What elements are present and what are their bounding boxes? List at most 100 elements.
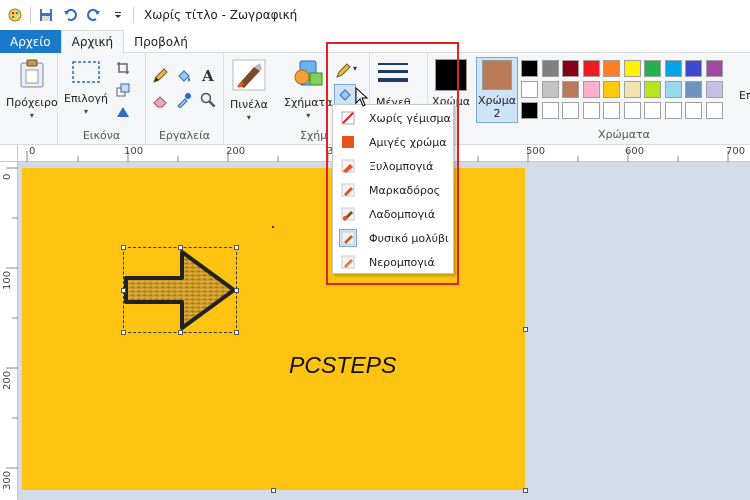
palette-swatch[interactable] (603, 60, 620, 77)
solid-color-icon (339, 133, 357, 151)
palette-swatch[interactable] (664, 81, 682, 98)
shapes-icon (292, 59, 324, 92)
fill-menu-item[interactable]: Λαδομπογιά (335, 203, 451, 225)
palette-swatch[interactable] (521, 102, 538, 119)
outline-pencil-icon[interactable] (334, 62, 352, 80)
palette-swatch[interactable] (623, 102, 641, 119)
ruler-label: 0 (29, 146, 36, 157)
fill-dropdown-menu: Χωρίς γέμισμα Αμιγές χρώμα Ξυλομπογιά Μαρκα… (332, 104, 454, 274)
palette-swatch[interactable] (582, 102, 600, 119)
palette-swatch[interactable] (582, 81, 600, 98)
palette-swatch[interactable] (664, 60, 682, 77)
selection-handle[interactable] (178, 245, 183, 250)
pencil-icon[interactable] (151, 67, 169, 85)
title-bar: Χωρίς τίτλο - Ζωγραφική (0, 0, 750, 30)
ruler-label: 100 (124, 146, 144, 157)
fill-menu-item[interactable]: Φυσικό μολύβι (335, 227, 451, 249)
redo-icon[interactable] (85, 6, 103, 24)
chevron-down-icon: ▾ (306, 111, 311, 120)
selection-box[interactable] (123, 247, 237, 333)
palette-swatch[interactable] (705, 81, 723, 98)
palette-swatch[interactable] (685, 81, 702, 98)
canvas-resize-handle[interactable] (523, 327, 528, 332)
ruler-label: 200 (2, 370, 13, 390)
palette-swatch[interactable] (541, 102, 559, 119)
tab-view[interactable]: Προβολή (124, 30, 198, 53)
ruler-ticks (6, 167, 18, 469)
ruler-corner (0, 145, 18, 162)
crayon-icon (339, 157, 357, 175)
color2-button[interactable]: Χρώμα 2 (476, 57, 518, 123)
tab-home[interactable]: Αρχική (60, 30, 125, 54)
paint-app-icon[interactable] (6, 6, 24, 24)
eraser-icon[interactable] (151, 91, 169, 109)
palette-swatch[interactable] (521, 60, 538, 77)
palette-swatch[interactable] (623, 81, 641, 98)
palette-swatch[interactable] (562, 81, 579, 98)
crop-icon[interactable] (114, 59, 132, 77)
brush-icon (232, 59, 266, 94)
palette-swatch[interactable] (685, 102, 702, 119)
palette-swatch[interactable] (521, 81, 538, 98)
fill-menu-item-label: Λαδομπογιά (369, 207, 436, 221)
fill-menu-item[interactable]: Ξυλομπογιά (335, 155, 451, 177)
palette-swatch[interactable] (685, 60, 702, 77)
vertical-ruler: 0 100 200 300 (0, 162, 18, 500)
shapes-button[interactable]: Σχήματα ▾ (284, 59, 332, 120)
palette-swatch[interactable] (541, 81, 559, 98)
palette-swatch[interactable] (644, 81, 661, 98)
fill-menu-item[interactable]: Νερομπογιά (335, 251, 451, 273)
palette-swatch[interactable] (623, 60, 641, 77)
brushes-button[interactable]: Πινέλα ▾ (230, 59, 268, 122)
fill-menu-item[interactable]: Χωρίς γέμισμα (335, 107, 451, 129)
canvas-resize-handle[interactable] (523, 488, 528, 493)
undo-icon[interactable] (61, 6, 79, 24)
resize-icon[interactable] (114, 81, 132, 99)
text-tool-icon[interactable]: A (199, 67, 217, 85)
ruler-label: 100 (2, 270, 13, 290)
palette-swatch[interactable] (541, 60, 559, 77)
customize-dropdown-icon[interactable] (109, 6, 127, 24)
palette-swatch[interactable] (562, 60, 579, 77)
image-group-label: Εικόνα (82, 129, 121, 142)
selection-handle[interactable] (121, 245, 126, 250)
clipboard-group: Πρόχειρο ▾ (0, 53, 58, 145)
select-icon (71, 59, 101, 88)
brushes-group: Πινέλα ▾ (224, 53, 278, 145)
canvas-resize-handle[interactable] (271, 488, 276, 493)
fill-menu-item[interactable]: Μαρκαδόρος (335, 179, 451, 201)
palette-swatch[interactable] (664, 102, 682, 119)
selection-handle[interactable] (234, 288, 239, 293)
selection-handle[interactable] (121, 330, 126, 335)
save-icon[interactable] (37, 6, 55, 24)
palette-swatch[interactable] (582, 60, 600, 77)
palette-swatch[interactable] (644, 102, 661, 119)
selection-handle[interactable] (234, 245, 239, 250)
palette-swatch[interactable] (603, 81, 620, 98)
selection-handle[interactable] (121, 288, 126, 293)
separator (133, 7, 134, 23)
select-button[interactable]: Επιλογή ▾ (64, 59, 108, 116)
tab-file[interactable]: Αρχείο (0, 30, 61, 53)
magnifier-icon[interactable] (199, 91, 217, 109)
fill-menu-item[interactable]: Αμιγές χρώμα (335, 131, 451, 153)
fill-bucket-icon[interactable] (175, 67, 193, 85)
palette-swatch[interactable] (603, 102, 620, 119)
fill-button-icon[interactable] (334, 84, 356, 106)
selection-handle[interactable] (178, 330, 183, 335)
fill-menu-item-label: Μαρκαδόρος (369, 183, 441, 197)
separator (30, 7, 31, 23)
edit-colors-button[interactable]: Επ (739, 89, 750, 102)
rotate-icon[interactable] (114, 103, 132, 121)
chevron-down-icon[interactable]: ▾ (353, 64, 357, 73)
color-picker-icon[interactable] (175, 91, 193, 109)
palette-swatch[interactable] (644, 60, 661, 77)
palette-swatch[interactable] (562, 102, 579, 119)
palette-swatch[interactable] (705, 102, 723, 119)
selection-handle[interactable] (234, 330, 239, 335)
brushes-label: Πινέλα (230, 98, 268, 111)
palette-swatch[interactable] (705, 60, 723, 77)
color2-swatch (482, 60, 512, 90)
size-button[interactable]: Μέγεθ (376, 59, 411, 109)
clipboard-button[interactable]: Πρόχειρο ▾ (6, 59, 58, 120)
